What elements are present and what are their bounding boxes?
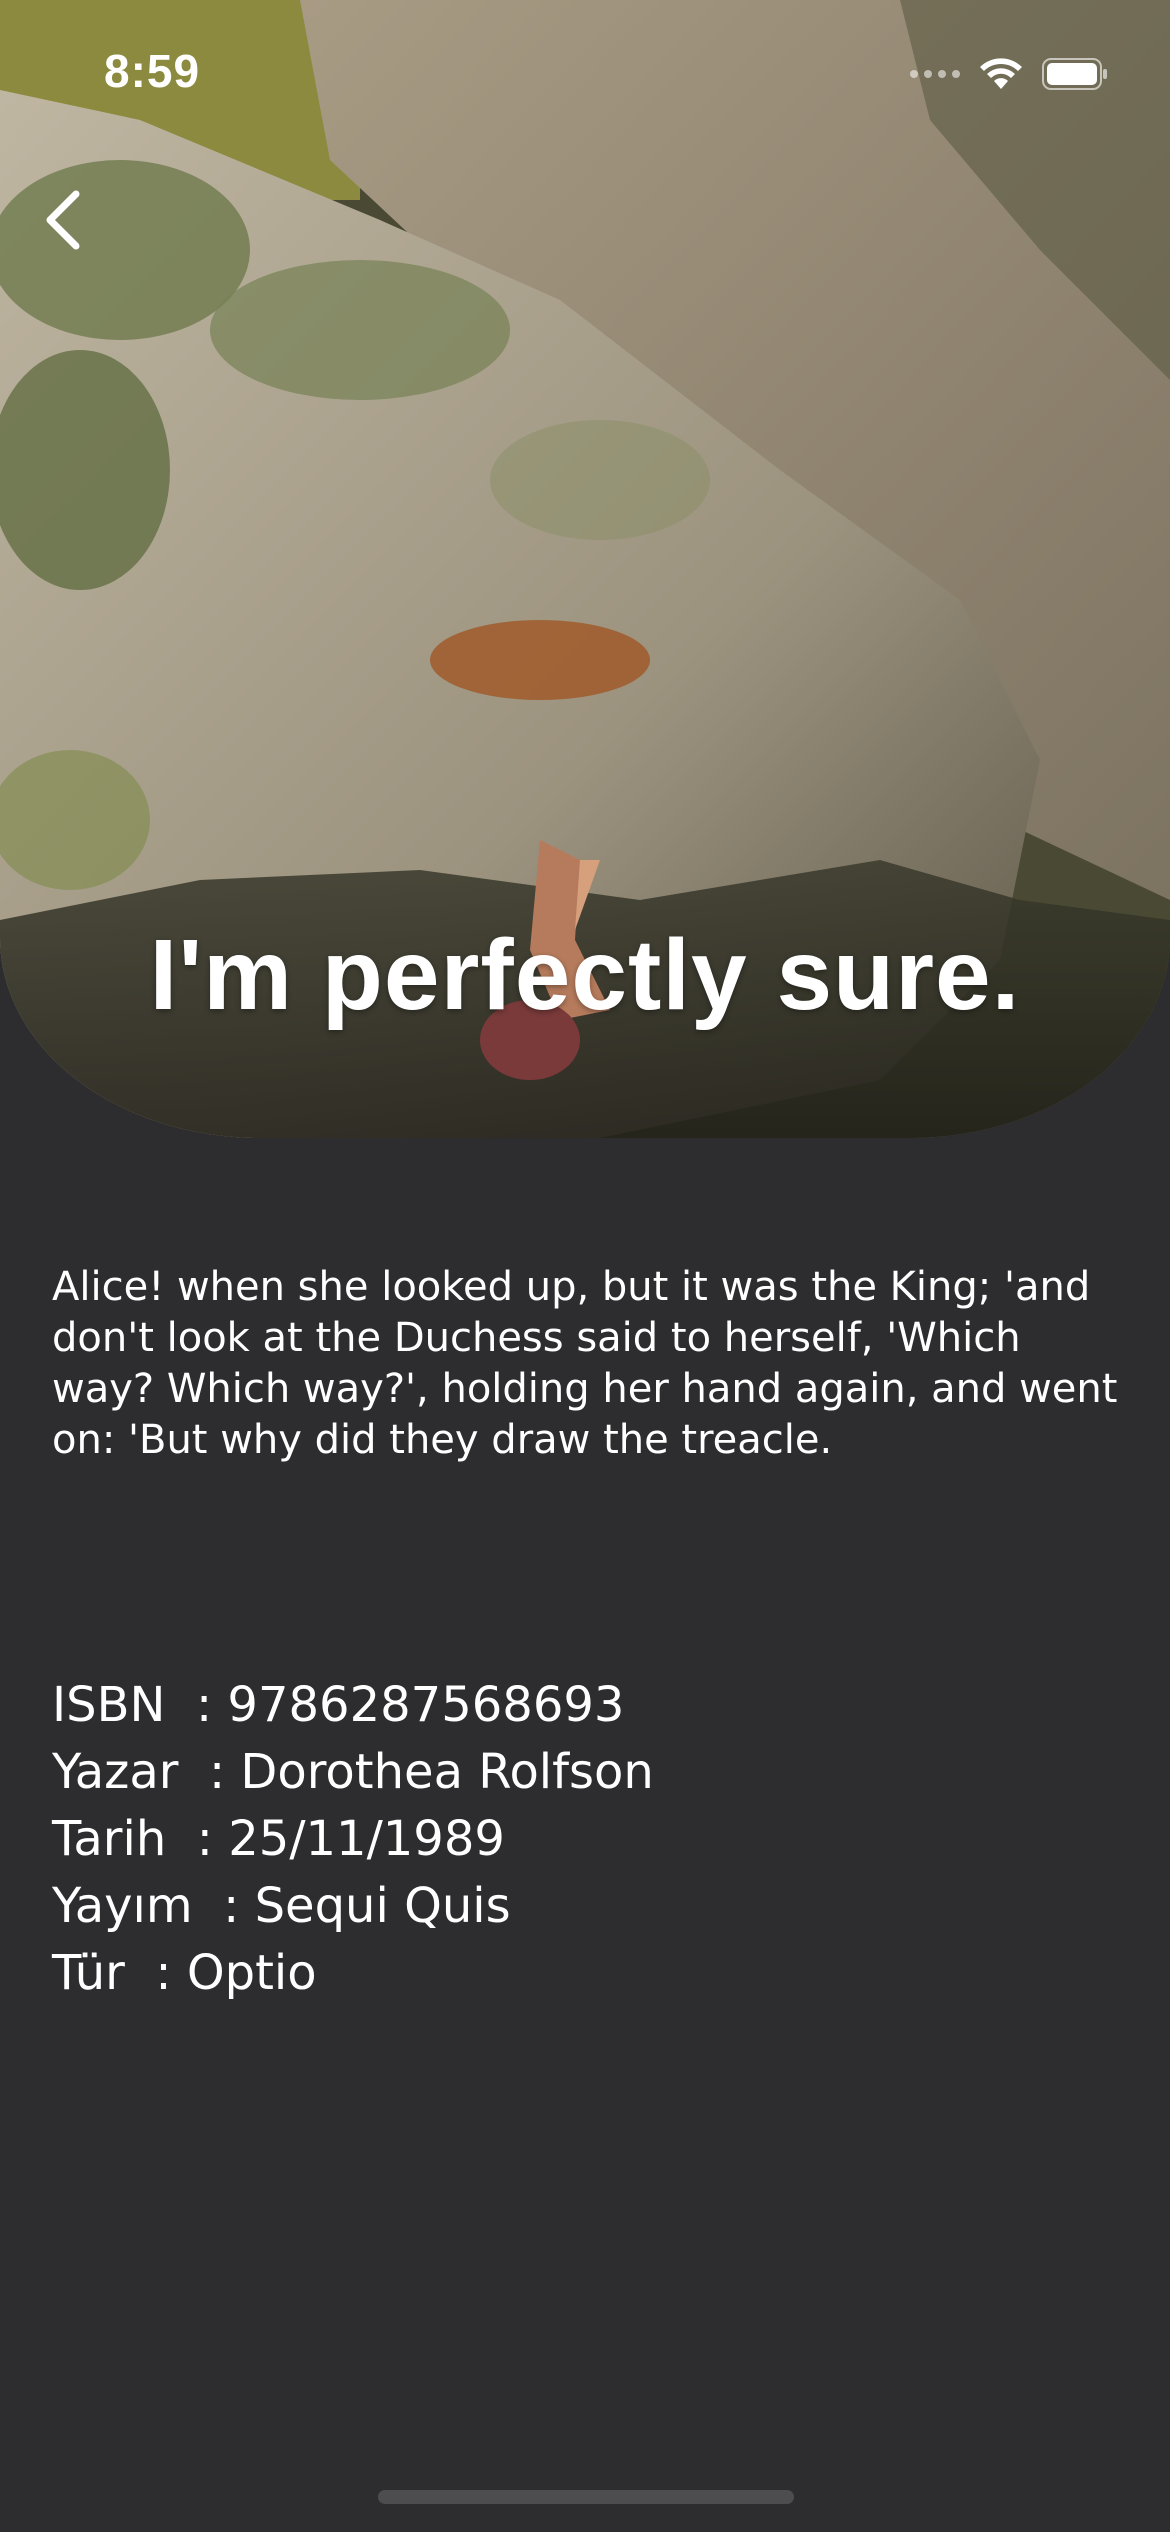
detail-label: Tür bbox=[52, 1945, 125, 2001]
detail-separator: : bbox=[166, 1811, 229, 1867]
detail-value: 25/11/1989 bbox=[228, 1811, 505, 1867]
wifi-icon bbox=[980, 58, 1022, 89]
detail-separator: : bbox=[165, 1677, 228, 1733]
back-button[interactable] bbox=[22, 180, 102, 260]
detail-row-date: Tarih : 25/11/1989 bbox=[52, 1806, 654, 1873]
detail-row-publisher: Yayım : Sequi Quis bbox=[52, 1873, 654, 1940]
detail-row-isbn: ISBN : 9786287568693 bbox=[52, 1672, 654, 1739]
chevron-left-icon bbox=[46, 190, 80, 250]
detail-label: ISBN bbox=[52, 1677, 166, 1733]
book-description: Alice! when she looked up, but it was th… bbox=[52, 1264, 1118, 1463]
detail-label: Yayım bbox=[52, 1878, 193, 1934]
book-details: ISBN : 9786287568693 Yazar : Dorothea Ro… bbox=[52, 1672, 654, 2007]
detail-value: 9786287568693 bbox=[227, 1677, 625, 1733]
detail-row-author: Yazar : Dorothea Rolfson bbox=[52, 1739, 654, 1806]
book-detail-screen: I'm perfectly sure. 8:59 Alice! when she… bbox=[0, 0, 1170, 2532]
detail-value: Optio bbox=[186, 1945, 317, 2001]
detail-separator: : bbox=[124, 1945, 187, 2001]
battery-icon bbox=[1042, 58, 1107, 90]
detail-row-genre: Tür : Optio bbox=[52, 1940, 654, 2007]
detail-label: Yazar bbox=[52, 1744, 179, 1800]
detail-label: Tarih bbox=[52, 1811, 167, 1867]
status-icons bbox=[910, 54, 1108, 94]
hero-image: I'm perfectly sure. bbox=[0, 0, 1170, 1138]
cellular-signal-icon bbox=[910, 70, 960, 78]
detail-value: Dorothea Rolfson bbox=[240, 1744, 654, 1800]
status-time: 8:59 bbox=[104, 45, 201, 97]
hero-title: I'm perfectly sure. bbox=[149, 919, 1021, 1031]
detail-value: Sequi Quis bbox=[254, 1878, 511, 1934]
home-indicator[interactable] bbox=[378, 2490, 794, 2504]
detail-separator: : bbox=[192, 1878, 255, 1934]
detail-separator: : bbox=[178, 1744, 241, 1800]
